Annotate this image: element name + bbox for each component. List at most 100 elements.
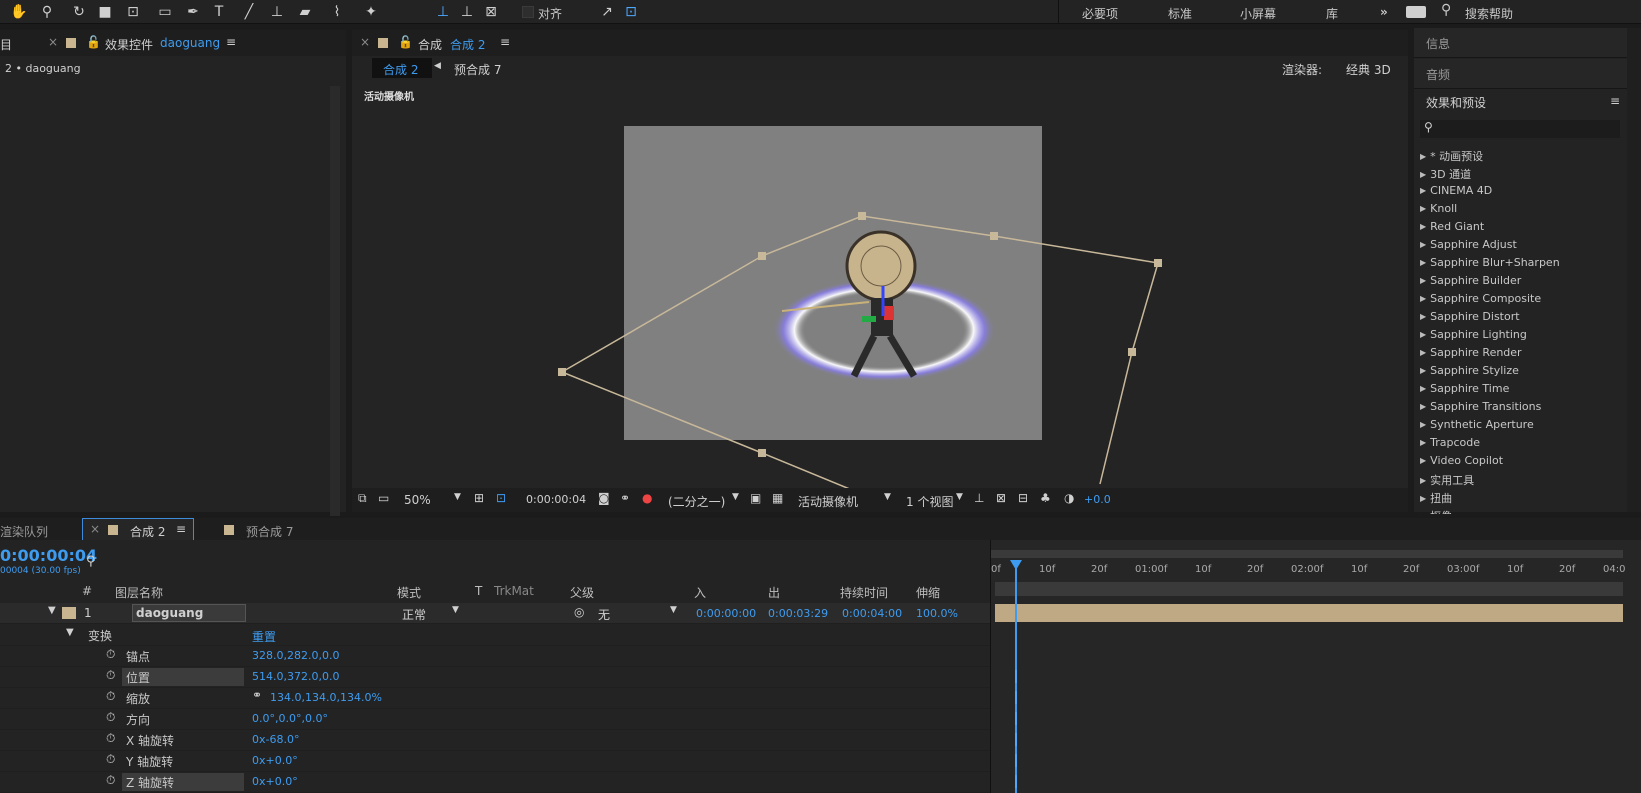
project-tab-partial[interactable]: 目 bbox=[0, 36, 12, 53]
effects-item[interactable]: Sapphire Stylize bbox=[1420, 364, 1519, 377]
always-preview-icon[interactable]: ⧉ bbox=[358, 491, 367, 506]
reset-exposure-icon[interactable]: ◑ bbox=[1064, 491, 1074, 505]
keyframe-marker[interactable] bbox=[1015, 754, 1017, 767]
draft-3d-icon[interactable]: ⊠ bbox=[996, 491, 1006, 505]
effects-item[interactable]: CINEMA 4D bbox=[1420, 184, 1492, 197]
clone-stamp-tool-icon[interactable]: ⊥ bbox=[268, 3, 286, 21]
stopwatch-icon[interactable]: ⏱ bbox=[106, 752, 115, 767]
stopwatch-icon[interactable]: ⏱ bbox=[106, 689, 115, 704]
view-layout-select[interactable]: 1 个视图 bbox=[906, 493, 953, 510]
sync-settings-icon[interactable] bbox=[1406, 6, 1426, 18]
resolution-value[interactable]: (二分之一) bbox=[668, 493, 725, 510]
snap-checkbox[interactable] bbox=[522, 6, 534, 18]
column-layer-name[interactable]: 图层名称 bbox=[115, 584, 163, 601]
effects-item[interactable]: 抠像 bbox=[1420, 508, 1452, 514]
layer-stretch[interactable]: 100.0% bbox=[916, 607, 958, 620]
workspace-overflow-icon[interactable]: » bbox=[1380, 5, 1388, 19]
fast-preview-icon[interactable]: ▣ bbox=[750, 491, 761, 505]
close-tab-icon[interactable]: × bbox=[48, 35, 58, 49]
blend-mode-select[interactable]: 正常 bbox=[402, 606, 426, 623]
layer-duration[interactable]: 0:00:04:00 bbox=[842, 607, 902, 620]
viewer-timecode[interactable]: 0:00:00:04 bbox=[526, 493, 586, 506]
property-value[interactable]: 328.0,282.0,0.0 bbox=[252, 649, 339, 662]
stopwatch-icon[interactable]: ⏱ bbox=[106, 647, 115, 662]
effects-item[interactable]: 扭曲 bbox=[1420, 490, 1452, 506]
workspace-small-screen[interactable]: 小屏幕 bbox=[1240, 5, 1276, 22]
camera-dropdown-icon[interactable]: ▼ bbox=[884, 492, 891, 502]
scrollbar[interactable] bbox=[1627, 28, 1641, 512]
effects-item[interactable]: 实用工具 bbox=[1420, 472, 1474, 488]
roto-brush-tool-icon[interactable]: ⌇ bbox=[328, 3, 346, 21]
effects-item[interactable]: Sapphire Time bbox=[1420, 382, 1509, 395]
property-value[interactable]: 514.0,372.0,0.0 bbox=[252, 670, 339, 683]
effects-item[interactable]: Sapphire Adjust bbox=[1420, 238, 1517, 251]
active-camera-select[interactable]: 活动摄像机 bbox=[798, 493, 858, 510]
property-value[interactable]: 0x+0.0° bbox=[252, 775, 298, 788]
effects-item[interactable]: Sapphire Lighting bbox=[1420, 328, 1527, 341]
close-tab-icon[interactable]: × bbox=[360, 35, 370, 49]
workspace-essentials[interactable]: 必要项 bbox=[1082, 5, 1118, 22]
eraser-tool-icon[interactable]: ▰ bbox=[296, 3, 314, 21]
snap-edge-icon[interactable]: ↗ bbox=[598, 3, 616, 21]
renderer-value[interactable]: 经典 3D bbox=[1346, 61, 1391, 78]
keyframe-marker[interactable] bbox=[1015, 733, 1017, 746]
lock-icon[interactable]: 🔓 bbox=[398, 35, 413, 49]
show-snapshot-icon[interactable]: ⚭ bbox=[620, 491, 630, 505]
hand-tool-icon[interactable]: ✋ bbox=[10, 3, 28, 21]
effects-item[interactable]: Knoll bbox=[1420, 202, 1457, 215]
text-tool-icon[interactable]: T bbox=[210, 3, 228, 21]
effects-item[interactable]: Synthetic Aperture bbox=[1420, 418, 1534, 431]
render-queue-tab[interactable]: 渲染队列 bbox=[0, 523, 48, 540]
composition-tab[interactable]: 合成 bbox=[418, 36, 442, 53]
scrollbar[interactable] bbox=[330, 86, 340, 516]
comp-2-tab[interactable]: 合成 2 bbox=[130, 523, 165, 540]
property-value[interactable]: 0x+0.0° bbox=[252, 754, 298, 767]
effects-item[interactable]: * 动画预设 bbox=[1420, 148, 1483, 164]
layer-in-point[interactable]: 0:00:00:00 bbox=[696, 607, 756, 620]
keyframe-marker[interactable] bbox=[1015, 775, 1017, 788]
transform-reset-link[interactable]: 重置 bbox=[252, 628, 276, 645]
info-panel-header[interactable]: 信息 bbox=[1414, 28, 1627, 58]
pick-whip-icon[interactable]: ◎ bbox=[574, 605, 584, 619]
panel-menu-icon[interactable]: ≡ bbox=[226, 35, 236, 49]
world-axis-icon[interactable]: ⊥ bbox=[458, 3, 476, 21]
effects-item[interactable]: Sapphire Blur+Sharpen bbox=[1420, 256, 1560, 269]
effects-item[interactable]: Sapphire Distort bbox=[1420, 310, 1519, 323]
expand-arrow-icon[interactable]: ▼ bbox=[66, 627, 74, 638]
search-help-input[interactable]: 搜索帮助 bbox=[1465, 5, 1513, 22]
safe-areas-icon[interactable]: ⊞ bbox=[474, 491, 484, 505]
effects-item[interactable]: Sapphire Composite bbox=[1420, 292, 1541, 305]
zoom-dropdown-icon[interactable]: ▼ bbox=[454, 492, 461, 502]
rectangle-tool-icon[interactable]: ▭ bbox=[156, 3, 174, 21]
precomp-7-tab[interactable]: 预合成 7 bbox=[246, 523, 293, 540]
expand-arrow-icon[interactable]: ▼ bbox=[48, 605, 56, 616]
puppet-pin-tool-icon[interactable]: ✦ bbox=[362, 3, 380, 21]
region-icon[interactable]: ⊡ bbox=[496, 491, 506, 505]
keyframe-marker[interactable] bbox=[1015, 691, 1017, 704]
effects-item[interactable]: Trapcode bbox=[1420, 436, 1480, 449]
effects-item[interactable]: Sapphire Transitions bbox=[1420, 400, 1541, 413]
effects-search-input[interactable]: ⚲ bbox=[1420, 120, 1620, 138]
snap-feature-icon[interactable]: ⊡ bbox=[622, 3, 640, 21]
resolution-dropdown-icon[interactable]: ▼ bbox=[732, 492, 739, 502]
exposure-value[interactable]: +0.0 bbox=[1084, 493, 1111, 506]
workspace-libraries[interactable]: 库 bbox=[1326, 5, 1338, 22]
pixel-aspect-icon[interactable]: ⊥ bbox=[974, 491, 984, 505]
effects-item[interactable]: 3D 通道 bbox=[1420, 166, 1471, 182]
camera-tool-icon[interactable]: ■ bbox=[96, 3, 114, 21]
keyframe-marker[interactable] bbox=[1015, 712, 1017, 725]
playhead-handle-icon[interactable] bbox=[1010, 560, 1022, 570]
brush-tool-icon[interactable]: ╱ bbox=[240, 3, 258, 21]
zoom-tool-icon[interactable]: ⚲ bbox=[38, 3, 56, 21]
property-value[interactable]: 134.0,134.0,134.0% bbox=[270, 691, 382, 704]
view-axis-icon[interactable]: ⊠ bbox=[482, 3, 500, 21]
blend-mode-dropdown-icon[interactable]: ▼ bbox=[452, 605, 459, 615]
panel-menu-icon[interactable]: ≡ bbox=[500, 35, 510, 49]
parent-select[interactable]: 无 bbox=[598, 606, 610, 623]
transform-row[interactable]: ▼ 变换 重置 bbox=[0, 625, 990, 646]
composition-viewer[interactable]: 活动摄像机 bbox=[352, 80, 1408, 490]
search-icon[interactable]: ⚲ bbox=[86, 554, 96, 569]
flowchart-icon[interactable]: ⊟ bbox=[1018, 491, 1028, 505]
stopwatch-icon[interactable]: ⏱ bbox=[106, 731, 115, 746]
layer-row[interactable]: ▼ 1 daoguang 正常 ▼ ◎ 无 ▼ 0:00:00:00 0:00:… bbox=[0, 603, 990, 624]
